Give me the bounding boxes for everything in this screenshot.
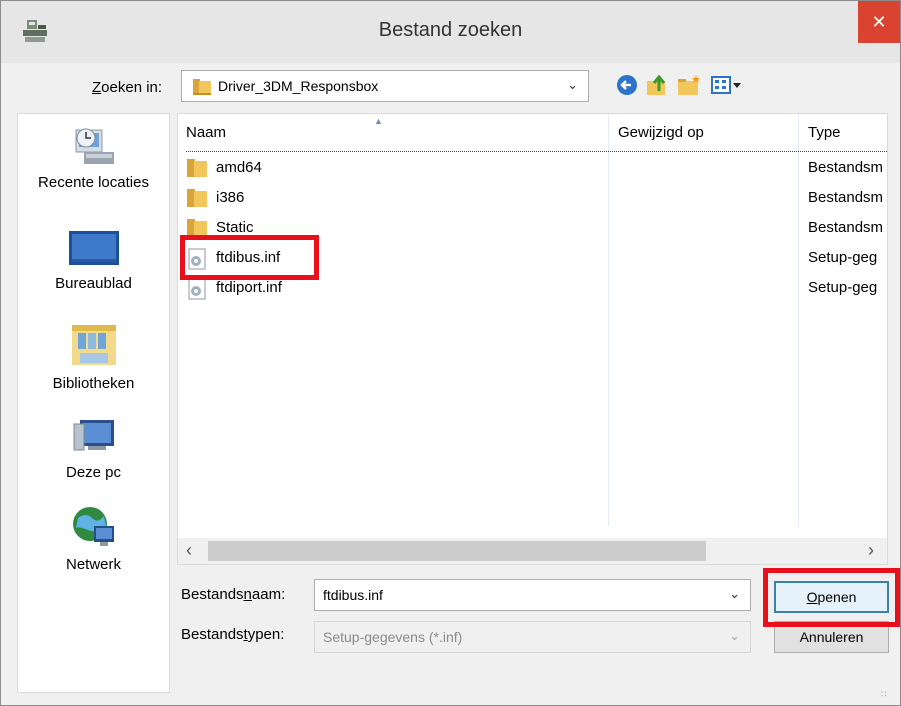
file-type: Setup-geg [808,249,878,266]
file-type: Bestandsm [808,189,884,206]
place-label: Bibliotheken [52,375,135,392]
setup-file-icon [188,278,206,300]
desktop-icon [68,231,119,265]
file-type: Bestandsm [808,159,884,176]
filetype-dropdown[interactable]: Setup-gegevens (*.inf) ⌄ [314,621,751,653]
resize-grip[interactable]: ∷ [881,689,887,700]
computer-icon [73,420,114,451]
place-label: Bureaublad [55,275,132,292]
filename-label: Bestandsnaam: [181,586,286,603]
highlight-box [180,235,319,280]
place-desktop[interactable]: Bureaublad [18,229,169,292]
file-type: Setup-geg [808,279,878,296]
filetype-label: Bestandstypen: [181,626,285,643]
horizontal-scrollbar[interactable]: ‹ › [178,538,887,564]
highlight-box [763,568,900,627]
place-this-pc[interactable]: Deze pc [18,416,169,481]
view-menu-icon[interactable] [709,71,745,99]
place-recent[interactable]: Recente locaties [18,124,169,191]
libraries-icon [71,325,116,365]
folder-icon [187,189,207,207]
chevron-down-icon[interactable]: ⌄ [729,586,740,602]
folder-icon [193,79,211,95]
file-row[interactable]: amd64 Bestandsm [186,156,886,180]
folder-icon [187,159,207,177]
window-title: Bestand zoeken [378,19,523,41]
back-icon[interactable] [613,71,641,99]
chevron-down-icon: ⌄ [567,77,578,92]
lookin-value: Driver_3DM_Responsbox [218,78,379,94]
lookin-label: Zoeken in: [92,79,163,96]
file-list[interactable]: ▲ Naam Gewijzigd op Type amd64 Bestandsm… [177,113,888,565]
chevron-down-icon: ⌄ [729,628,740,643]
file-name: ftdiport.inf [216,279,282,296]
filetype-value: Setup-gegevens (*.inf) [323,629,463,645]
filename-input[interactable]: ftdibus.inf ⌄ [314,579,751,611]
scrollbar-thumb[interactable] [208,541,706,561]
file-name: Static [216,219,254,236]
column-header-name[interactable]: Naam [186,124,226,141]
focus-outline [186,151,887,152]
file-row[interactable]: i386 Bestandsm [186,186,886,210]
file-type: Bestandsm [808,219,884,236]
column-header-type[interactable]: Type [808,124,841,141]
place-label: Netwerk [65,556,121,573]
new-folder-icon[interactable] [675,71,703,99]
place-libraries[interactable]: Bibliotheken [18,319,169,392]
chevron-left-icon[interactable]: ‹ [186,540,192,561]
place-label: Deze pc [65,464,122,481]
place-label: Recente locaties [38,174,149,191]
recent-places-icon [75,128,114,164]
places-bar: Recente locaties Bureaublad Bibliotheken [17,113,170,693]
filename-value: ftdibus.inf [323,587,383,603]
up-folder-icon[interactable] [643,71,671,99]
close-button[interactable]: ✕ [858,1,900,43]
sort-ascending-icon: ▲ [374,116,383,126]
lookin-dropdown[interactable]: Driver_3DM_Responsbox ⌄ [181,70,589,102]
file-name: amd64 [216,159,262,176]
file-name: i386 [216,189,245,206]
close-icon: ✕ [871,12,887,32]
chevron-right-icon[interactable]: › [868,540,874,561]
place-network[interactable]: Netwerk [18,504,169,573]
column-header-modified[interactable]: Gewijzigd op [618,124,704,141]
title-bar[interactable]: Bestand zoeken ✕ [1,1,900,63]
network-icon [72,507,114,546]
